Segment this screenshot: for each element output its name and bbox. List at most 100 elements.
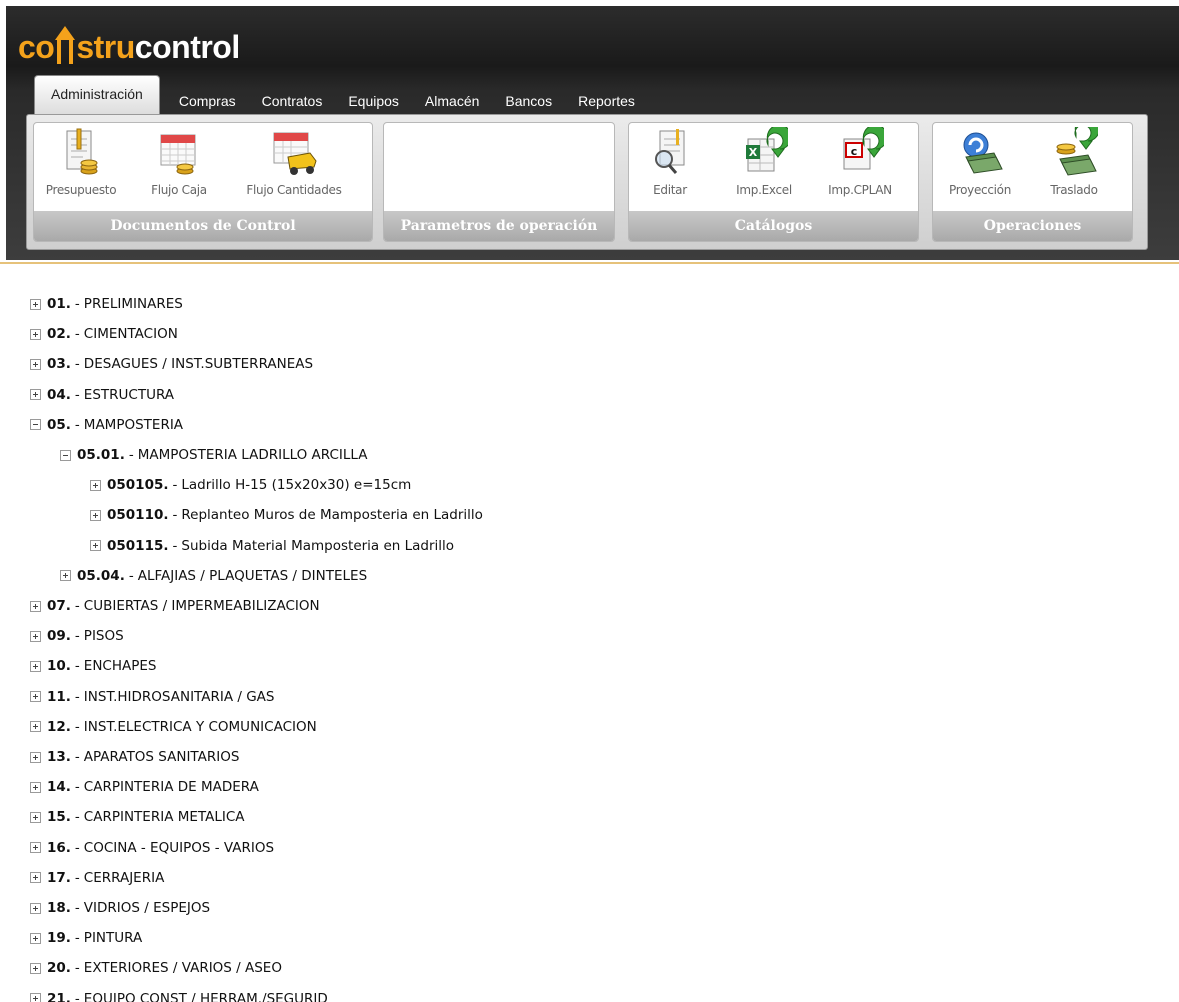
tree-node[interactable]: 050110. - Replanteo Muros de Mamposteria e…	[90, 505, 483, 525]
expand-toggle-icon[interactable]	[30, 298, 41, 310]
traslado-button[interactable]: Traslado	[1029, 123, 1119, 205]
flujo-cantidades-label: Flujo Cantidades	[246, 183, 342, 197]
expand-toggle-icon[interactable]	[30, 630, 41, 642]
tree-node[interactable]: 19. - PINTURA	[30, 928, 142, 948]
tab-bancos[interactable]: Bancos	[492, 81, 565, 115]
tab-compras[interactable]: Compras	[166, 81, 249, 115]
tree-node-code: 07.	[47, 598, 71, 614]
logo-text-stru: stru	[76, 29, 135, 65]
tree-node-code: 16.	[47, 839, 71, 856]
expand-toggle-icon[interactable]	[30, 993, 41, 1002]
tree-node-label: INST.ELECTRICA Y COMUNICACION	[83, 718, 317, 735]
quantity-flow-truck-icon	[270, 127, 318, 177]
expand-toggle-icon[interactable]	[90, 540, 101, 552]
expand-toggle-icon[interactable]	[30, 932, 41, 944]
tree-node[interactable]: 14. - CARPINTERIA DE MADERA	[30, 777, 259, 797]
expand-toggle-icon[interactable]	[30, 691, 41, 703]
tree-node[interactable]: 05. - MAMPOSTERIA	[30, 415, 183, 435]
expand-toggle-icon[interactable]	[90, 479, 101, 491]
app-logo: co stru control	[18, 18, 240, 66]
tree-node-code: 12.	[47, 718, 71, 735]
expand-toggle-icon[interactable]	[30, 389, 41, 401]
flujo-cantidades-button[interactable]: Flujo Cantidades	[234, 127, 354, 205]
tree-node-code: 05.01.	[77, 447, 125, 463]
tree-node-label: EXTERIORES / VARIOS / ASEO	[83, 960, 282, 977]
expand-toggle-icon[interactable]	[30, 358, 41, 370]
tree-node-label: CUBIERTAS / IMPERMEABILIZACION	[83, 598, 320, 614]
collapse-toggle-icon[interactable]	[60, 449, 71, 461]
tree-node[interactable]: 05.01. - MAMPOSTERIA LADRILLO ARCILLA	[60, 445, 368, 465]
tree-node-label: PRELIMINARES	[83, 296, 183, 312]
tree-node-code: 14.	[47, 779, 71, 796]
tab-contratos[interactable]: Contratos	[249, 81, 336, 115]
expand-toggle-icon[interactable]	[30, 721, 41, 733]
tab-reportes[interactable]: Reportes	[565, 81, 648, 115]
tree-node-separator: -	[172, 537, 178, 554]
tree-node-label: CERRAJERIA	[83, 869, 165, 886]
main-tabs: Administración Compras Contratos Equipos…	[34, 75, 648, 115]
tree-node-code: 09.	[47, 628, 71, 645]
tree-node[interactable]: 02. - CIMENTACION	[30, 324, 178, 344]
imp-excel-button[interactable]: X Imp.Excel	[719, 124, 809, 205]
tree-node-code: 21.	[47, 990, 71, 1002]
tree-node[interactable]: 13. - APARATOS SANITARIOS	[30, 747, 239, 767]
tree-node-label: ESTRUCTURA	[83, 386, 175, 403]
tab-equipos[interactable]: Equipos	[335, 81, 412, 115]
tree-node[interactable]: 16. - COCINA - EQUIPOS - VARIOS	[30, 838, 274, 858]
tree-node-separator: -	[74, 779, 80, 796]
tree-node-label: ENCHAPES	[83, 658, 157, 675]
tree-node-separator: -	[74, 960, 80, 977]
tree-node-label: ALFAJIAS / PLAQUETAS / DINTELES	[137, 567, 368, 584]
group-title-parametros-operacion: Parametros de operación	[384, 211, 614, 241]
imp-cplan-button[interactable]: c Imp.CPLAN	[815, 124, 905, 205]
tree-node-separator: -	[74, 386, 80, 403]
tree-node-code: 15.	[47, 809, 71, 826]
expand-toggle-icon[interactable]	[30, 600, 41, 612]
expand-toggle-icon[interactable]	[30, 751, 41, 763]
tree-node-label: PINTURA	[83, 930, 143, 947]
tree-node[interactable]: 20. - EXTERIORES / VARIOS / ASEO	[30, 958, 282, 978]
expand-toggle-icon[interactable]	[30, 781, 41, 793]
expand-toggle-icon[interactable]	[90, 509, 101, 521]
tree-node[interactable]: 04. - ESTRUCTURA	[30, 385, 174, 405]
tab-administracion[interactable]: Administración	[34, 75, 160, 115]
tree-node[interactable]: 11. - INST.HIDROSANITARIA / GAS	[30, 687, 274, 707]
tree-node[interactable]: 18. - VIDRIOS / ESPEJOS	[30, 898, 210, 918]
tree-node-code: 050115.	[107, 537, 169, 554]
expand-toggle-icon[interactable]	[30, 962, 41, 974]
tree-node-label: PISOS	[83, 628, 124, 645]
tree-node[interactable]: 10. - ENCHAPES	[30, 656, 156, 676]
tree-node-separator: -	[74, 749, 80, 765]
tree-node[interactable]: 03. - DESAGUES / INST.SUBTERRANEAS	[30, 354, 313, 374]
tree-node[interactable]: 05.04. - ALFAJIAS / PLAQUETAS / DINTELES	[60, 566, 367, 586]
expand-toggle-icon[interactable]	[30, 811, 41, 823]
collapse-toggle-icon[interactable]	[30, 419, 41, 431]
tree-node[interactable]: 09. - PISOS	[30, 626, 124, 646]
expand-toggle-icon[interactable]	[30, 842, 41, 854]
group-title-operaciones: Operaciones	[933, 211, 1132, 241]
presupuesto-button[interactable]: Presupuesto	[36, 127, 126, 205]
tree-node[interactable]: 050105. - Ladrillo H-15 (15x20x30) e=15cm	[90, 475, 411, 495]
tree-node-code: 02.	[47, 326, 71, 343]
tree-node[interactable]: 12. - INST.ELECTRICA Y COMUNICACION	[30, 717, 317, 737]
group-catalogos: Editar X Imp.Excel c Imp.CPLAN Catálogos	[628, 122, 919, 242]
tree-node-separator: -	[74, 990, 80, 1002]
tree-node-separator: -	[74, 930, 80, 947]
expand-toggle-icon[interactable]	[30, 660, 41, 672]
expand-toggle-icon[interactable]	[30, 872, 41, 884]
tree-node[interactable]: 01. - PRELIMINARES	[30, 294, 183, 314]
editar-button[interactable]: Editar	[629, 127, 715, 205]
tree-node[interactable]: 15. - CARPINTERIA METALICA	[30, 807, 245, 827]
expand-toggle-icon[interactable]	[60, 570, 71, 582]
tree-node[interactable]: 050115. - Subida Material Mamposteria en L…	[90, 536, 454, 556]
expand-toggle-icon[interactable]	[30, 328, 41, 340]
tab-almacen[interactable]: Almacén	[412, 81, 492, 115]
tree-node-label: INST.HIDROSANITARIA / GAS	[83, 688, 275, 705]
flujo-caja-button[interactable]: Flujo Caja	[134, 127, 224, 205]
tree-node[interactable]: 07. - CUBIERTAS / IMPERMEABILIZACION	[30, 596, 320, 616]
proyeccion-button[interactable]: Proyección	[935, 127, 1025, 205]
tree-node[interactable]: 17. - CERRAJERIA	[30, 868, 164, 888]
tree-node[interactable]: 21. - EQUIPO CONST / HERRAM./SEGURID	[30, 989, 328, 1002]
expand-toggle-icon[interactable]	[30, 902, 41, 914]
tree-node-code: 13.	[47, 749, 71, 765]
